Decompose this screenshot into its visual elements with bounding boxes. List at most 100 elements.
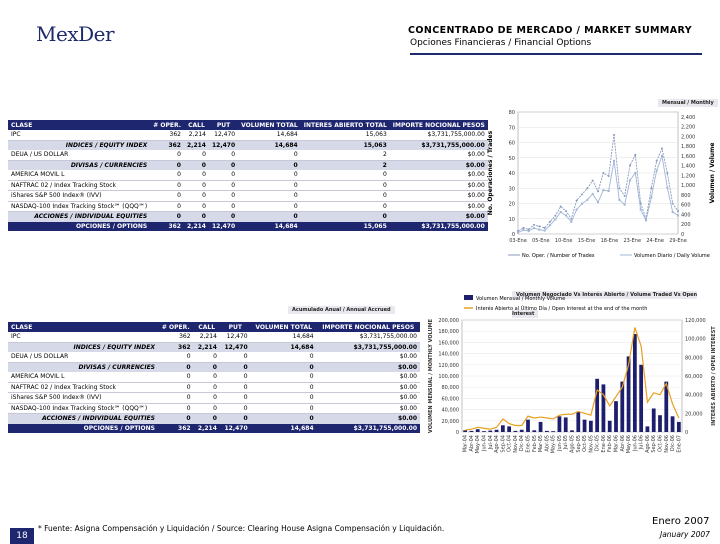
x-tick-label: 24-Ene (646, 238, 664, 244)
x-tick-label: Mar-04 (463, 435, 469, 452)
daily-trades-volume-chart: 0102030405060708002004006008001,0001,200… (487, 110, 716, 259)
x-tick-label: Ene-06 (601, 435, 607, 453)
volume-bar (538, 421, 543, 432)
table-cell: 0 (183, 211, 209, 222)
x-tick-label: 23-Ene (623, 238, 641, 244)
x-tick-label: Sep-04 (500, 435, 506, 453)
table-row: DEUA / US DOLLAR 0 0 0 0 2 $0.00 (8, 150, 488, 161)
table-cell: 0 (300, 190, 390, 202)
table-cell: 14,684 (238, 221, 301, 231)
table-cell: 2 (300, 150, 390, 161)
volume-bar (639, 364, 644, 432)
volume-bar (570, 430, 574, 432)
table-cell: 0 (208, 150, 239, 161)
x-tick-label: Dic-06 (670, 435, 676, 451)
volume-bar (513, 430, 518, 432)
table-cell: 0 (208, 190, 239, 202)
table-header-row: CLASE # OPER. CALL PUT VOLUMEN TOTAL IMPORTE … (8, 322, 420, 332)
row-label: DIVISAS / CURRENCIES (8, 362, 158, 372)
x-tick-label: Oct-05 (582, 435, 588, 452)
table-cell: 0 (300, 211, 390, 222)
x-tick-label: 10-Ene (555, 238, 573, 244)
table-cell: $0.00 (316, 382, 420, 393)
data-point (581, 202, 583, 205)
table-cell: 0 (238, 170, 301, 181)
y-axis-label: VOLUMEN MENSUAL / MONTHLY VOLUME (428, 318, 434, 433)
table-row: NASDAQ-100 Index Tracking Stock℠ (QQQ℠) 0… (8, 403, 420, 414)
volume-bar (463, 430, 468, 432)
y-tick-label: 120,000 (438, 363, 459, 369)
y2-tick-label: 1,000 (681, 183, 695, 189)
table-cell: $0.00 (316, 392, 420, 404)
table-cell: 2,214 (193, 332, 220, 343)
monthly-volume-openinterest-chart: 0 20,000 40,000 60,000 80,000 100,000 120,000 1… (428, 295, 717, 453)
table-cell: 0 (157, 362, 194, 372)
table-cell: 0 (193, 362, 220, 372)
row-label: iShares S&P 500 Index® (IVV) (8, 392, 158, 404)
data-point (586, 187, 589, 190)
table-cell: 0 (208, 180, 239, 191)
data-point (554, 214, 557, 217)
row-label: iShares S&P 500 Index® (IVV) (8, 190, 151, 202)
data-point (565, 210, 567, 213)
x-tick-label: Sep-06 (651, 435, 657, 453)
y2-tick-label: 400 (681, 212, 691, 218)
y2-tick-label: 100,000 (685, 337, 706, 343)
y-tick-label: 40 (509, 171, 515, 177)
x-tick-label: 15-Ene (578, 238, 596, 244)
x-tick-label: Jul-05 (563, 435, 569, 450)
table-cell: $3,731,755,000.00 (316, 332, 420, 343)
volume-bar (645, 426, 650, 432)
x-tick-label: Abr-04 (469, 435, 475, 452)
table-cell: 0 (183, 150, 209, 161)
y-tick-label: 60,000 (442, 396, 460, 402)
y-tick-label: 20,000 (442, 419, 460, 425)
y2-tick-label: 1,600 (681, 154, 695, 160)
table-cell: $0.00 (316, 372, 420, 383)
y-tick-label: 80 (509, 110, 515, 116)
legend-label: Volumen Mensual / Monthly Volume (476, 296, 565, 302)
x-tick-label: Feb-05 (532, 435, 538, 452)
legend-swatch (464, 295, 473, 300)
volume-bar (651, 408, 656, 432)
table-cell: 0 (219, 382, 251, 393)
table-cell: 0 (219, 352, 251, 363)
table-row: iShares S&P 500 Index® (IVV) 0 0 0 0 $0.00 (8, 392, 420, 404)
table-row: iShares S&P 500 Index® (IVV) 0 0 0 0 0 $0.00 (8, 190, 488, 202)
table-cell: $3,731,755,000.00 (389, 140, 488, 150)
table-cell: 0 (238, 180, 301, 191)
data-point (602, 172, 605, 174)
table-cell: 0 (157, 352, 194, 363)
column-header: CLASE (8, 322, 158, 332)
data-point (575, 199, 578, 202)
volume-bar (670, 416, 675, 432)
row-label: OPCIONES / OPTIONS (8, 423, 158, 433)
volume-bar (544, 430, 549, 432)
volume-bar (582, 419, 587, 432)
monthly-summary-table: CLASE # OPER. CALL PUT VOLUMEN TOTAL INTERES … (8, 120, 488, 231)
table-cell: 0 (219, 392, 251, 404)
data-point (661, 154, 663, 157)
legend-label: No. Oper. / Number of Trades (522, 253, 595, 259)
y2-tick-label: 80,000 (685, 355, 703, 361)
total-row: OPCIONES / OPTIONS 362 2,214 12,470 14,684 $3… (8, 423, 420, 433)
table-cell: 12,470 (208, 221, 239, 231)
volume-bar (595, 378, 600, 432)
volume-bar (532, 430, 537, 432)
table-cell: 0 (250, 362, 317, 372)
data-point (570, 220, 573, 223)
table-cell: 14,684 (238, 140, 301, 150)
volume-bar (482, 431, 486, 432)
data-point (623, 203, 626, 206)
data-point (586, 198, 589, 201)
row-label: DEUA / US DOLLAR (8, 352, 158, 363)
data-point (629, 179, 631, 182)
y2-tick-label: 1,200 (681, 173, 695, 179)
data-point (677, 214, 679, 217)
y-tick-label: 140,000 (438, 352, 459, 358)
table-cell: 0 (250, 403, 317, 414)
table-cell: 0 (250, 352, 317, 363)
table-cell: 362 (150, 140, 184, 150)
column-header: PUT (208, 120, 239, 130)
row-label: DIVISAS / CURRENCIES (8, 160, 151, 170)
